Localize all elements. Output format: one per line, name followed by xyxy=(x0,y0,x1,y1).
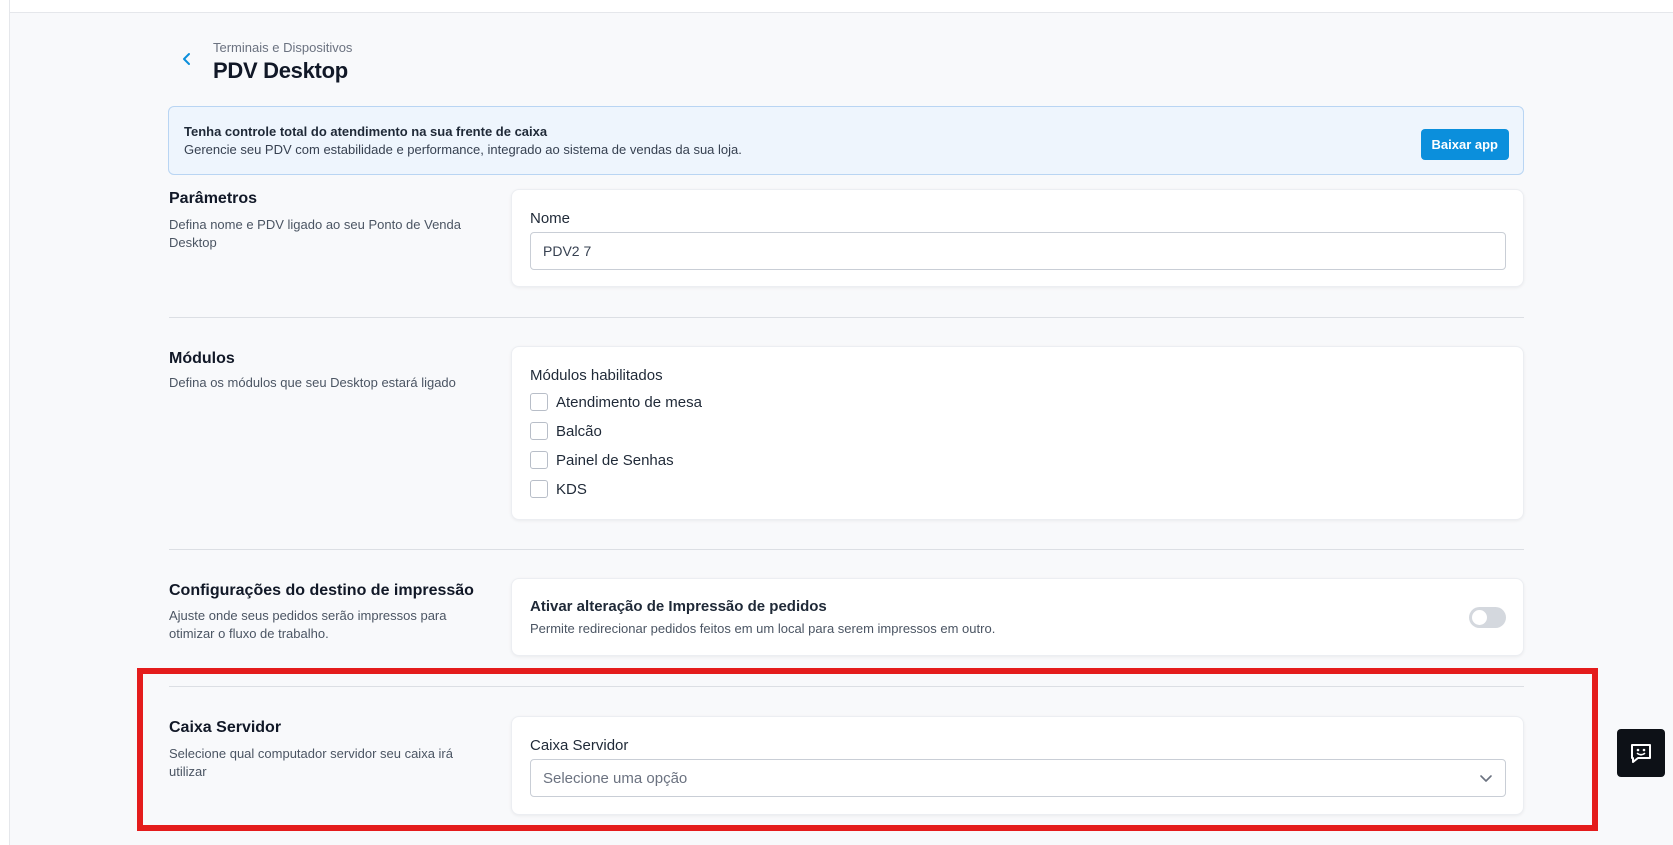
card-parametros: Nome xyxy=(511,189,1524,287)
checkbox[interactable] xyxy=(530,393,548,411)
download-app-banner: Tenha controle total do atendimento na s… xyxy=(168,106,1524,175)
name-input[interactable] xyxy=(530,232,1506,270)
card-modulos: Módulos habilitados Atendimento de mesa … xyxy=(511,346,1524,520)
banner-title: Tenha controle total do atendimento na s… xyxy=(184,124,548,139)
download-app-button[interactable]: Baixar app xyxy=(1420,129,1509,160)
page-title: PDV Desktop xyxy=(213,58,348,83)
top-bar xyxy=(0,0,1673,13)
section-desc-impressao: Ajuste onde seus pedidos serão impressos… xyxy=(169,608,447,641)
banner-text: Gerencie seu PDV com estabilidade e perf… xyxy=(184,142,742,157)
module-option-label: Balcão xyxy=(556,422,602,440)
section-desc-modulos: Defina os módulos que seu Desktop estará… xyxy=(169,375,456,390)
module-option-painel-de-senhas[interactable]: Painel de Senhas xyxy=(530,451,674,469)
card-impressao: Ativar alteração de Impressão de pedidos… xyxy=(511,578,1524,656)
module-option-kds[interactable]: KDS xyxy=(530,480,587,498)
print-toggle-description: Permite redirecionar pedidos feitos em u… xyxy=(530,621,996,636)
breadcrumb[interactable]: Terminais e Dispositivos xyxy=(213,40,352,55)
module-option-balcao[interactable]: Balcão xyxy=(530,422,602,440)
modules-group-label: Módulos habilitados xyxy=(530,367,663,384)
checkbox[interactable] xyxy=(530,422,548,440)
print-redirect-toggle[interactable] xyxy=(1469,607,1506,628)
chat-support-icon xyxy=(1631,744,1651,763)
left-rail xyxy=(0,0,10,845)
module-option-label: KDS xyxy=(556,480,587,498)
section-divider xyxy=(169,317,1524,318)
section-title-parametros: Parâmetros xyxy=(169,190,258,207)
highlight-annotation-box xyxy=(137,668,1598,831)
section-title-modulos: Módulos xyxy=(169,350,235,367)
module-option-label: Atendimento de mesa xyxy=(556,393,702,411)
section-divider xyxy=(169,549,1524,550)
module-option-atendimento-de-mesa[interactable]: Atendimento de mesa xyxy=(530,393,702,411)
name-field-label: Nome xyxy=(530,210,571,227)
checkbox[interactable] xyxy=(530,480,548,498)
section-title-impressao: Configurações do destino de impressão xyxy=(169,582,474,599)
checkbox[interactable] xyxy=(530,451,548,469)
module-option-label: Painel de Senhas xyxy=(556,451,674,469)
section-desc-parametros: Defina nome e PDV ligado ao seu Ponto de… xyxy=(169,217,461,250)
print-toggle-title: Ativar alteração de Impressão de pedidos xyxy=(530,598,827,615)
toggle-knob xyxy=(1472,610,1487,625)
chat-support-button[interactable] xyxy=(1617,729,1665,777)
chevron-left-icon xyxy=(183,53,190,65)
back-button[interactable] xyxy=(176,48,198,70)
